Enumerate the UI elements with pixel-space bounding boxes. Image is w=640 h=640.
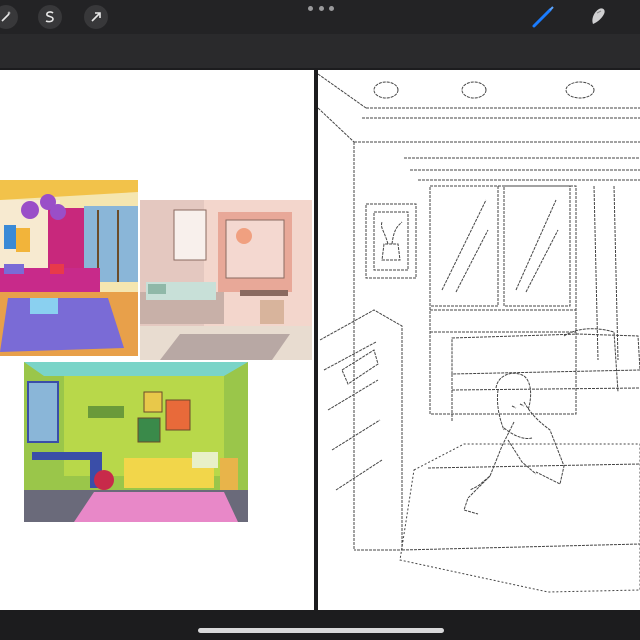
toolbar-strip bbox=[0, 34, 640, 68]
brush-icon[interactable] bbox=[530, 5, 556, 29]
magic-wand-icon[interactable] bbox=[0, 5, 18, 29]
smudge-icon[interactable] bbox=[585, 4, 611, 30]
more-dots-icon[interactable] bbox=[308, 6, 334, 16]
sketch-page bbox=[317, 70, 640, 610]
reference-page bbox=[0, 70, 314, 610]
transform-arrow-icon[interactable] bbox=[84, 5, 108, 29]
bedroom-green-reference bbox=[24, 362, 248, 522]
top-toolbar bbox=[0, 0, 640, 34]
home-indicator[interactable] bbox=[198, 628, 444, 633]
selection-s-icon[interactable] bbox=[38, 5, 62, 29]
living-room-reference bbox=[0, 180, 138, 356]
bedroom-pink-reference bbox=[140, 200, 312, 360]
bottom-bar bbox=[0, 614, 640, 640]
bedroom-girl-sketch bbox=[317, 73, 640, 593]
